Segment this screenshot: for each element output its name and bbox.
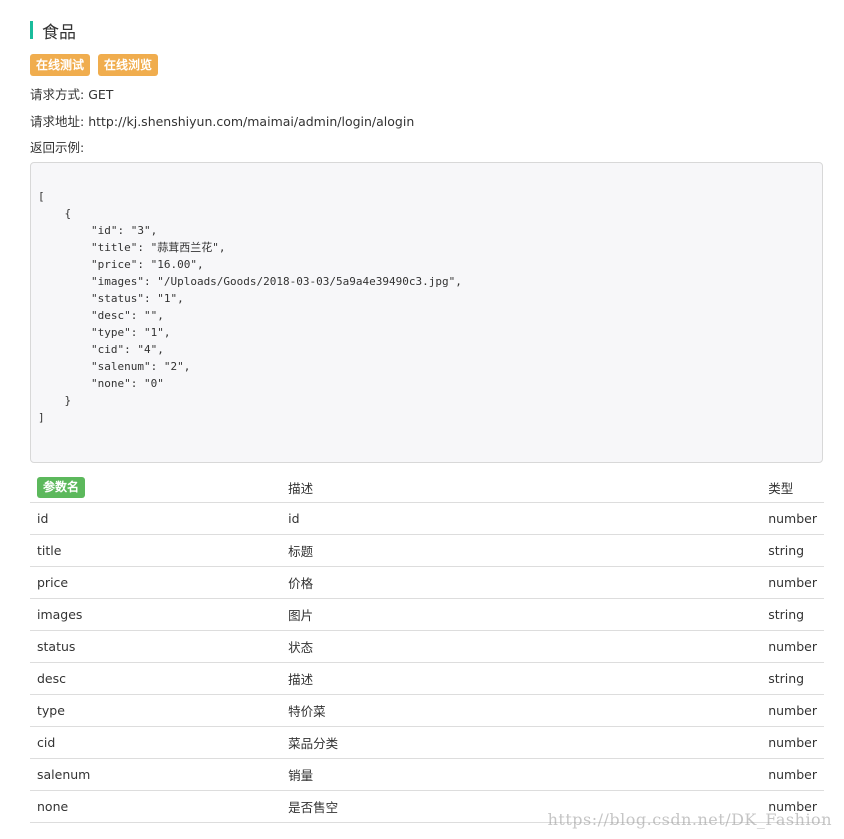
table-header-row: 参数名 描述 类型 <box>30 472 824 503</box>
table-row: type 特价菜 number <box>30 694 824 727</box>
param-type: string <box>761 662 824 695</box>
request-method-value: GET <box>88 87 114 102</box>
table-row: cid 菜品分类 number <box>30 726 824 759</box>
param-desc: 标题 <box>281 534 762 567</box>
table-row: status 状态 number <box>30 630 824 663</box>
param-type: string <box>761 534 824 567</box>
parameter-table: 参数名 描述 类型 id id number title 标题 string p… <box>30 472 824 823</box>
param-name: salenum <box>30 758 282 791</box>
header-description: 描述 <box>281 472 762 503</box>
watermark-text: https://blog.csdn.net/DK_Fashion <box>547 810 832 829</box>
param-name: images <box>30 598 282 631</box>
param-type: number <box>761 694 824 727</box>
table-row: price 价格 number <box>30 566 824 599</box>
request-method-line: 请求方式: GET <box>30 84 113 103</box>
param-name: price <box>30 566 282 599</box>
request-url-label: 请求地址: <box>30 114 85 129</box>
param-desc: 描述 <box>281 662 762 695</box>
param-type: number <box>761 758 824 791</box>
table-row: title 标题 string <box>30 534 824 567</box>
request-url-value: http://kj.shenshiyun.com/maimai/admin/lo… <box>88 114 415 129</box>
param-name: none <box>30 790 282 823</box>
request-method-label: 请求方式: <box>30 87 85 102</box>
online-browse-button[interactable]: 在线浏览 <box>98 54 159 76</box>
response-example-code-block: [ { "id": "3", "title": "蒜茸西兰花", "price"… <box>30 162 823 463</box>
param-desc: 销量 <box>281 758 762 791</box>
param-desc: id <box>281 502 762 535</box>
param-name: id <box>30 502 282 535</box>
param-desc: 价格 <box>281 566 762 599</box>
param-name: title <box>30 534 282 567</box>
param-name: cid <box>30 726 282 759</box>
table-row: id id number <box>30 502 824 535</box>
header-param-name: 参数名 <box>30 472 282 503</box>
param-desc: 菜品分类 <box>281 726 762 759</box>
param-desc: 特价菜 <box>281 694 762 727</box>
param-name-badge: 参数名 <box>37 476 86 498</box>
return-example-line: 返回示例: <box>30 137 84 156</box>
table-row: salenum 销量 number <box>30 758 824 791</box>
param-type: number <box>761 630 824 663</box>
request-url-line: 请求地址: http://kj.shenshiyun.com/maimai/ad… <box>30 111 414 130</box>
action-buttons: 在线测试 在线浏览 <box>30 54 166 76</box>
table-row: images 图片 string <box>30 598 824 631</box>
param-name: status <box>30 630 282 663</box>
page-title: 食品 <box>42 22 76 43</box>
param-type: string <box>761 598 824 631</box>
param-desc: 状态 <box>281 630 762 663</box>
param-type: number <box>761 566 824 599</box>
table-row: desc 描述 string <box>30 662 824 695</box>
param-type: number <box>761 726 824 759</box>
param-name: type <box>30 694 282 727</box>
online-test-button[interactable]: 在线测试 <box>30 54 91 76</box>
response-example-json: [ { "id": "3", "title": "蒜茸西兰花", "price"… <box>38 190 462 424</box>
param-type: number <box>761 502 824 535</box>
return-example-label: 返回示例: <box>30 140 85 155</box>
accent-bar <box>30 21 33 39</box>
param-desc: 图片 <box>281 598 762 631</box>
param-name: desc <box>30 662 282 695</box>
header-type: 类型 <box>761 472 824 503</box>
section-header: 食品 <box>30 19 76 43</box>
